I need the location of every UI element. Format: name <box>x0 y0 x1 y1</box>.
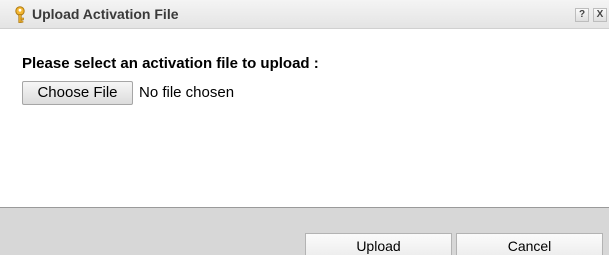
help-button[interactable]: ? <box>575 8 589 22</box>
dialog-titlebar[interactable]: Upload Activation File ? X <box>0 0 609 29</box>
dialog-title: Upload Activation File <box>32 6 179 22</box>
cancel-button[interactable]: Cancel <box>456 233 603 255</box>
upload-prompt: Please select an activation file to uplo… <box>22 55 319 72</box>
upload-activation-dialog: Upload Activation File ? X Please select… <box>0 0 609 255</box>
upload-button[interactable]: Upload <box>305 233 452 255</box>
dialog-footer: Upload Cancel <box>0 207 609 255</box>
key-icon <box>13 6 27 24</box>
close-button[interactable]: X <box>593 8 607 22</box>
choose-file-button[interactable]: Choose File <box>22 81 133 105</box>
file-status-text: No file chosen <box>139 84 235 101</box>
